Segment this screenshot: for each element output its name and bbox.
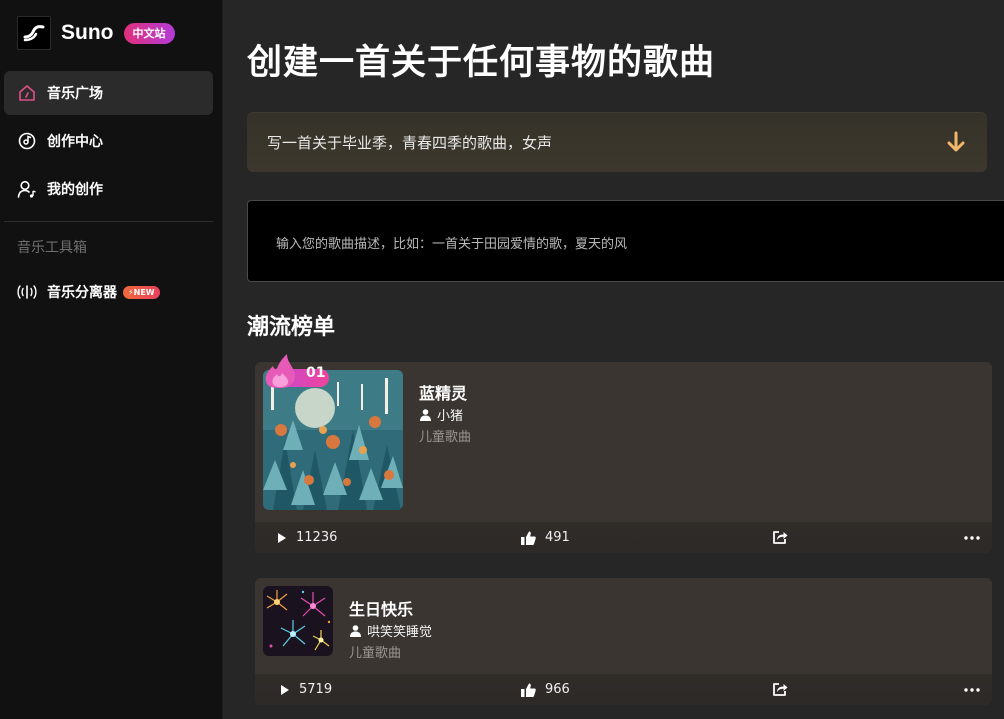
share-button[interactable] bbox=[772, 522, 797, 553]
page-title: 创建一首关于任何事物的歌曲 bbox=[247, 43, 716, 83]
toolbox-label: 音乐工具箱 bbox=[17, 240, 87, 256]
more-options-button[interactable] bbox=[964, 674, 989, 705]
rank-badge: 01 bbox=[263, 354, 331, 392]
person-icon bbox=[350, 624, 361, 637]
sidebar-item-create-center[interactable]: 创作中心 bbox=[4, 119, 213, 163]
share-button[interactable] bbox=[772, 674, 797, 705]
song-description-input[interactable]: 输入您的歌曲描述，比如：一首关于田园爱情的歌，夏天的风 bbox=[247, 200, 1004, 282]
trending-chart-title: 潮流榜单 bbox=[247, 315, 336, 340]
song-card[interactable]: 生日快乐 哄笑笑睡觉 儿童歌曲 5719 966 bbox=[255, 578, 992, 705]
brand-name: Suno bbox=[61, 21, 114, 44]
like-button[interactable]: 491 bbox=[521, 522, 570, 553]
song-genre: 儿童歌曲 bbox=[419, 430, 472, 445]
song-title[interactable]: 蓝精灵 bbox=[419, 380, 467, 404]
audio-wave-icon bbox=[17, 282, 37, 302]
play-icon bbox=[278, 532, 286, 543]
sidebar-divider bbox=[4, 221, 213, 222]
new-badge: ⚡NEW bbox=[123, 285, 160, 299]
like-count: 491 bbox=[545, 530, 570, 545]
like-button[interactable]: 966 bbox=[521, 674, 570, 705]
sidebar-item-label: 创作中心 bbox=[47, 134, 103, 150]
home-icon bbox=[17, 83, 37, 103]
prompt-example-text: 写一首关于毕业季，青春四季的歌曲，女声 bbox=[267, 133, 553, 152]
brand-badge: 中文站 bbox=[123, 22, 175, 44]
rank-number: 01 bbox=[306, 365, 326, 381]
song-author[interactable]: 小猪 bbox=[420, 405, 463, 424]
song-stats-bar: 11236 491 bbox=[255, 522, 992, 553]
more-options-button[interactable] bbox=[964, 522, 989, 553]
sidebar-item-my-creations[interactable]: 我的创作 bbox=[4, 167, 213, 211]
suno-logo-icon bbox=[17, 16, 51, 50]
song-author[interactable]: 哄笑笑睡觉 bbox=[350, 621, 432, 640]
person-icon bbox=[420, 408, 431, 421]
song-genre: 儿童歌曲 bbox=[349, 646, 402, 661]
sidebar-item-label: 音乐广场 bbox=[47, 86, 103, 102]
more-dots-icon bbox=[964, 687, 980, 692]
brand[interactable]: Suno 中文站 bbox=[17, 16, 175, 50]
play-button[interactable]: 11236 bbox=[277, 522, 337, 553]
sidebar: Suno 中文站 音乐广场 创作中心 我的创作 音乐工具箱 音乐分离器 ⚡NEW bbox=[0, 0, 223, 719]
description-placeholder: 输入您的歌曲描述，比如：一首关于田园爱情的歌，夏天的风 bbox=[276, 237, 628, 252]
sidebar-item-music-separator[interactable]: 音乐分离器 ⚡NEW bbox=[4, 270, 213, 314]
play-count: 5719 bbox=[299, 682, 333, 697]
play-count: 11236 bbox=[296, 530, 338, 545]
disc-icon bbox=[17, 131, 37, 151]
song-title[interactable]: 生日快乐 bbox=[349, 596, 413, 620]
share-icon bbox=[773, 683, 788, 696]
play-button[interactable]: 5719 bbox=[280, 674, 332, 705]
sidebar-item-music-square[interactable]: 音乐广场 bbox=[4, 71, 213, 115]
thumbs-up-icon bbox=[521, 683, 536, 697]
song-cover-image[interactable] bbox=[263, 586, 333, 656]
share-icon bbox=[773, 531, 788, 544]
sidebar-item-label: 音乐分离器 bbox=[47, 285, 117, 301]
user-music-icon bbox=[17, 179, 37, 199]
arrow-down-icon[interactable] bbox=[945, 130, 967, 154]
like-count: 966 bbox=[545, 682, 570, 697]
thumbs-up-icon bbox=[521, 531, 536, 545]
sidebar-item-label: 我的创作 bbox=[47, 182, 103, 198]
more-dots-icon bbox=[964, 535, 980, 540]
prompt-example-card[interactable]: 写一首关于毕业季，青春四季的歌曲，女声 bbox=[247, 112, 987, 172]
song-card[interactable]: 01 蓝精灵 小猪 儿童歌曲 11236 491 bbox=[255, 354, 992, 553]
song-stats-bar: 5719 966 bbox=[255, 674, 992, 705]
play-icon bbox=[281, 684, 289, 695]
